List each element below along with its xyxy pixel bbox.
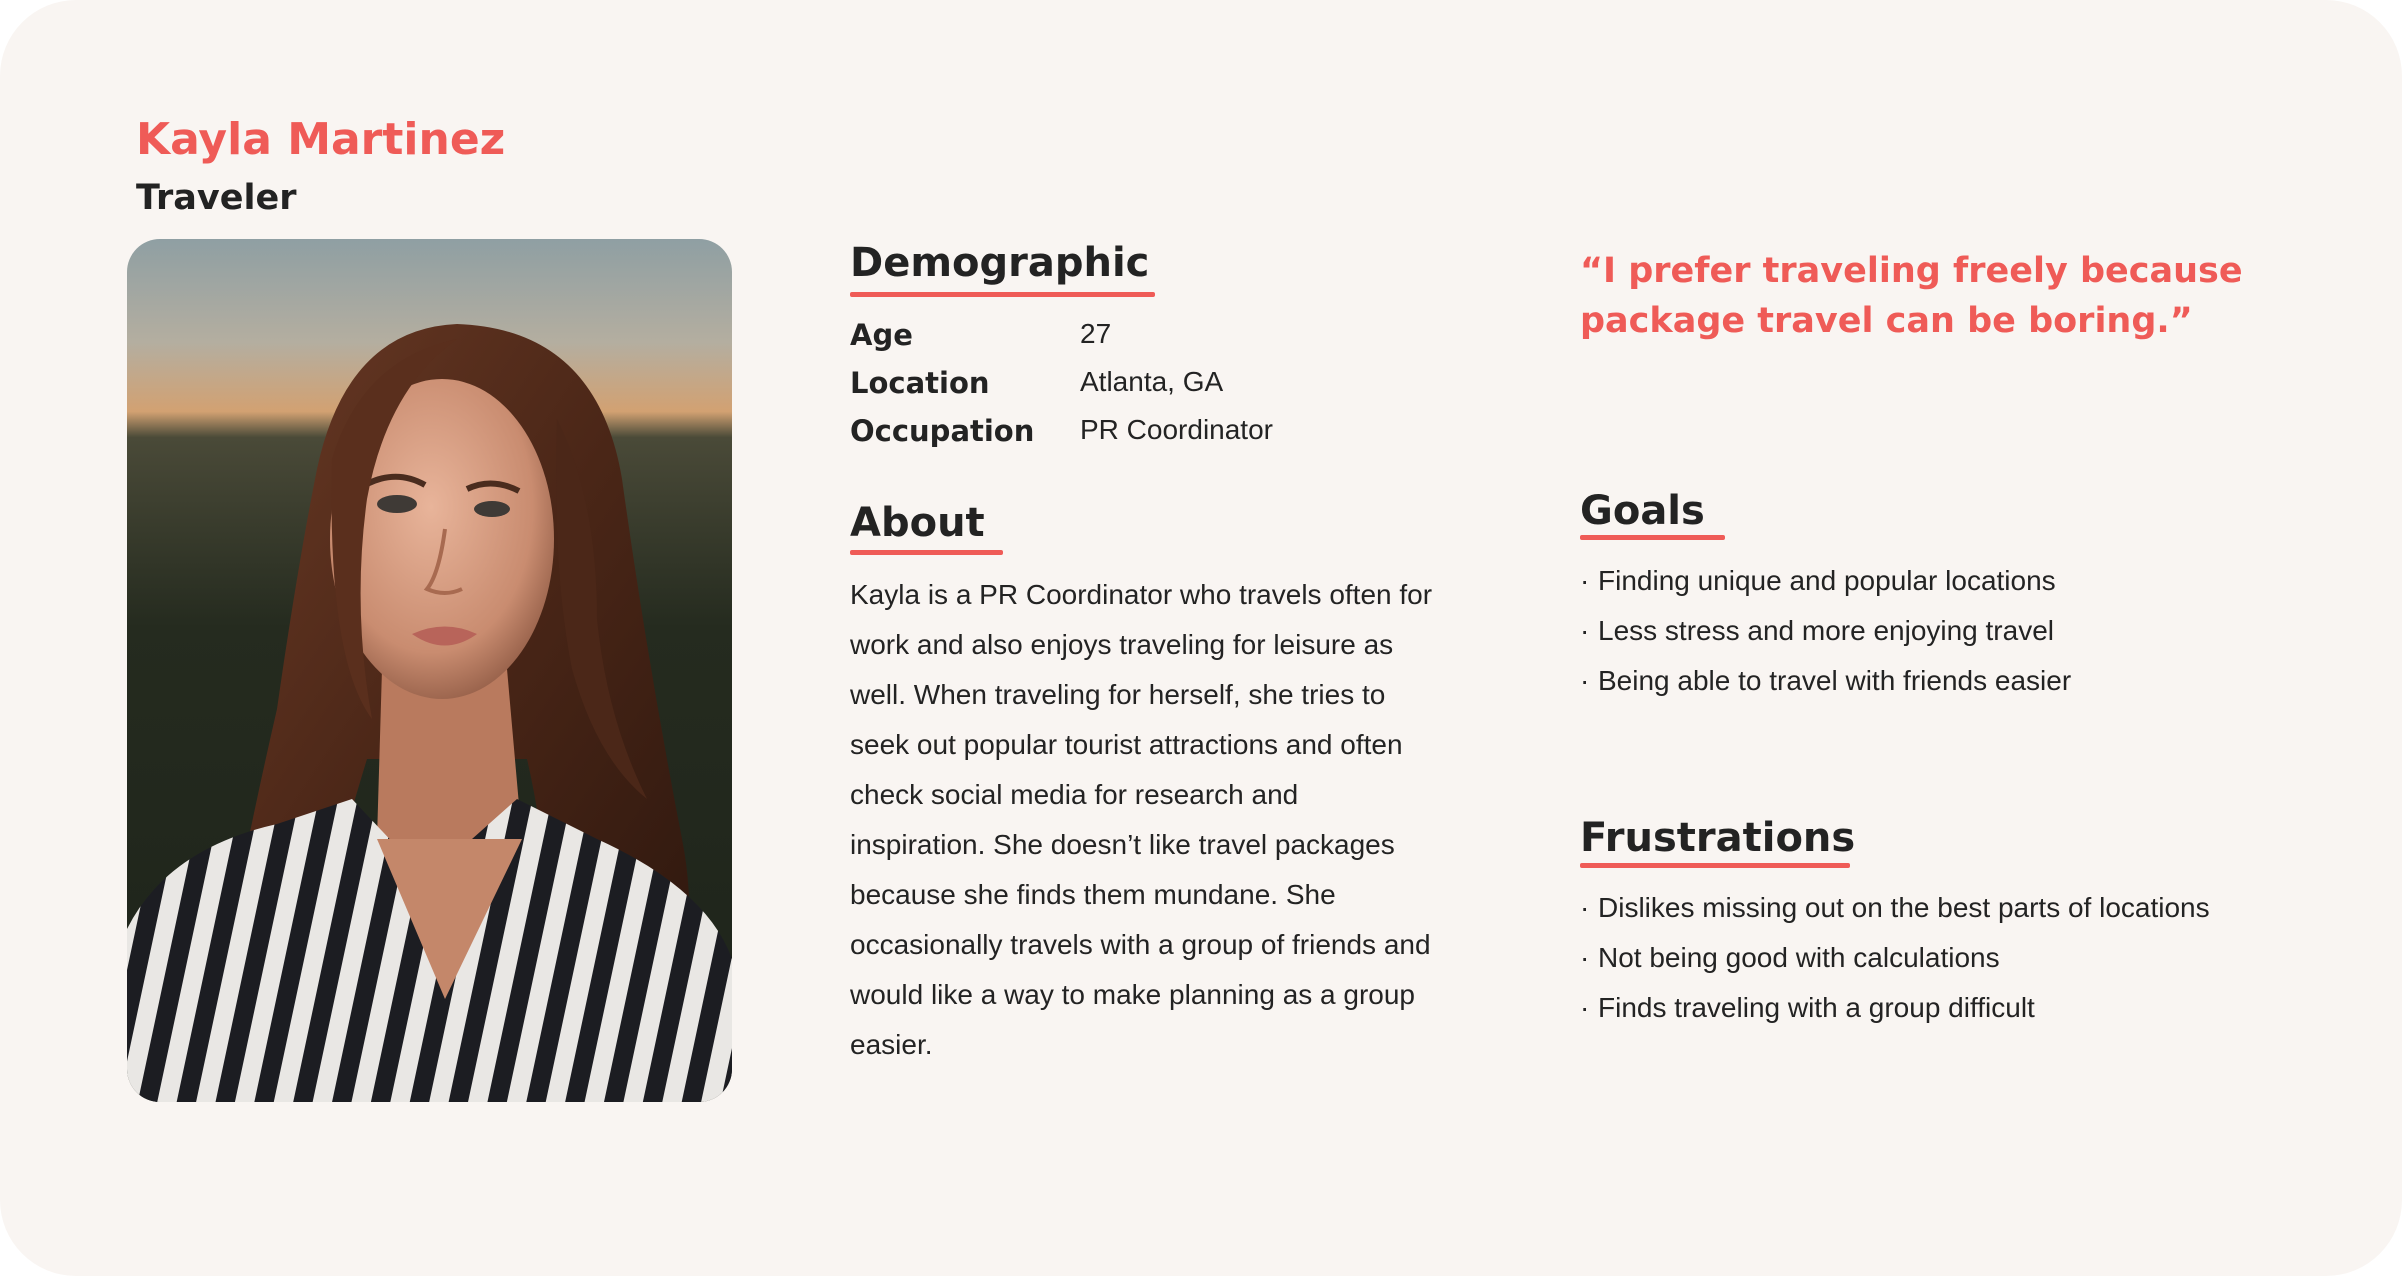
frustration-text: Dislikes missing out on the best parts o… <box>1598 892 2210 923</box>
portrait-photo <box>127 239 732 1102</box>
goals-underline <box>1580 535 1725 540</box>
about-line: would like a way to make planning as a g… <box>850 979 1416 1010</box>
goal-text: Less stress and more enjoying travel <box>1598 615 2054 646</box>
frustrations-underline <box>1580 863 1850 868</box>
goals-heading: Goals <box>1580 488 1705 534</box>
list-item: · Finding unique and popular locations <box>1580 556 2071 606</box>
about-line: easier. <box>850 1029 933 1060</box>
demographic-underline <box>850 292 1155 297</box>
age-value: 27 <box>1080 318 1112 349</box>
about-line: occasionally travels with a group of fri… <box>850 929 1431 960</box>
about-line: well. When traveling for herself, she tr… <box>850 679 1386 710</box>
frustration-text: Finds traveling with a group difficult <box>1598 992 2035 1023</box>
location-value: Atlanta, GA <box>1080 366 1224 397</box>
frustration-text: Not being good with calculations <box>1598 942 2000 973</box>
frustrations-heading: Frustrations <box>1580 815 1856 861</box>
list-item: · Being able to travel with friends easie… <box>1580 656 2071 706</box>
about-underline <box>850 550 1003 555</box>
bullet-icon: · <box>1580 892 1590 923</box>
list-item: · Finds traveling with a group difficult <box>1580 983 2210 1033</box>
list-item: · Dislikes missing out on the best parts … <box>1580 883 2210 933</box>
list-item: · Less stress and more enjoying travel <box>1580 606 2071 656</box>
goal-text: Finding unique and popular locations <box>1598 565 2056 596</box>
about-line: check social media for research and <box>850 779 1299 810</box>
persona-quote: “I prefer traveling freely because packa… <box>1580 246 2243 346</box>
location-label: Location <box>850 366 990 400</box>
about-line: work and also enjoys traveling for leisu… <box>850 629 1394 660</box>
list-item: · Not being good with calculations <box>1580 933 2210 983</box>
bullet-icon: · <box>1580 615 1590 646</box>
persona-role: Traveler <box>136 178 297 218</box>
occupation-value: PR Coordinator <box>1080 414 1273 445</box>
goals-list: · Finding unique and popular locations · L… <box>1580 556 2071 706</box>
demographic-heading: Demographic <box>850 240 1150 286</box>
bullet-icon: · <box>1580 992 1590 1023</box>
persona-card: Kayla Martinez Traveler Demographic Age … <box>0 0 2402 1276</box>
goal-text: Being able to travel with friends easier <box>1598 665 2072 696</box>
bullet-icon: · <box>1580 565 1590 596</box>
quote-line: package travel can be boring.” <box>1580 301 2193 341</box>
occupation-label: Occupation <box>850 414 1035 448</box>
about-heading: About <box>850 500 985 546</box>
frustrations-list: · Dislikes missing out on the best parts … <box>1580 883 2210 1033</box>
about-line: inspiration. She doesn’t like travel pac… <box>850 829 1395 860</box>
about-line: Kayla is a PR Coordinator who travels of… <box>850 579 1433 610</box>
about-line: seek out popular tourist attractions and… <box>850 729 1403 760</box>
age-label: Age <box>850 318 913 352</box>
about-paragraph: Kayla is a PR Coordinator who travels of… <box>850 570 1433 1070</box>
quote-line: “I prefer traveling freely because <box>1580 251 2243 291</box>
bullet-icon: · <box>1580 665 1590 696</box>
persona-name: Kayla Martinez <box>136 114 506 165</box>
bullet-icon: · <box>1580 942 1590 973</box>
about-line: because she finds them mundane. She <box>850 879 1336 910</box>
